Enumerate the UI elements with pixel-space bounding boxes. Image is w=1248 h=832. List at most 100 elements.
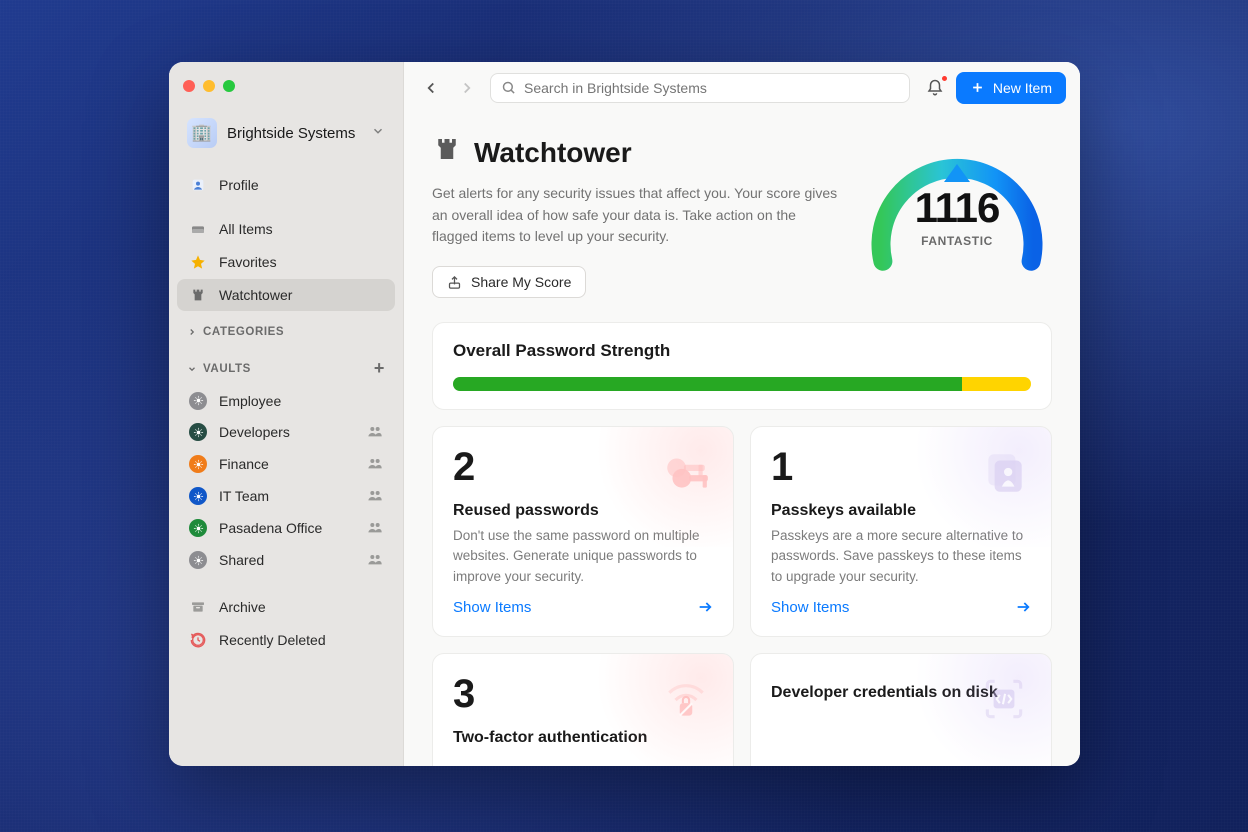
vault-color-icon (189, 519, 207, 537)
undo-clock-icon (189, 631, 207, 649)
chevron-down-icon (371, 124, 385, 143)
categories-section-header[interactable]: CATEGORIES (169, 312, 403, 344)
share-score-label: Share My Score (471, 274, 571, 290)
sidebar-item-label: All Items (219, 221, 273, 237)
plus-icon (970, 80, 985, 95)
security-score-gauge: 1116 FANTASTIC (862, 134, 1052, 284)
sidebar-vault-item[interactable]: Employee (177, 385, 395, 416)
minimize-window-button[interactable] (203, 80, 215, 92)
sidebar-item-recently-deleted[interactable]: Recently Deleted (177, 624, 395, 656)
card-action-label: Show Items (453, 599, 531, 616)
content-scroll: Watchtower Get alerts for any security i… (404, 114, 1080, 766)
page-title: Watchtower (474, 137, 632, 169)
tray-icon (189, 220, 207, 238)
sidebar-item-label: Recently Deleted (219, 632, 326, 648)
strength-segment-strong (453, 377, 962, 391)
main-panel: New Item Watchtower Get alerts for any s… (404, 62, 1080, 766)
sidebar-item-label: Favorites (219, 254, 277, 270)
sidebar-item-label: Watchtower (219, 287, 292, 303)
sidebar-item-all-items[interactable]: All Items (177, 213, 395, 245)
page-title-row: Watchtower (432, 134, 842, 171)
sidebar-vault-item[interactable]: IT Team (177, 480, 395, 512)
star-icon (189, 253, 207, 271)
keys-icon (661, 447, 711, 507)
wifi-lock-icon (661, 674, 711, 734)
vault-color-icon (189, 487, 207, 505)
account-switcher[interactable]: 🏢 Brightside Systems (179, 112, 393, 154)
account-name: Brightside Systems (227, 125, 361, 142)
shared-icon (367, 423, 383, 442)
search-field[interactable] (490, 73, 910, 103)
add-vault-button[interactable]: + (374, 358, 385, 379)
watchtower-card: Developer credentials on disk (750, 653, 1052, 766)
nav-back-button[interactable] (418, 75, 444, 101)
vault-name: Developers (219, 424, 290, 440)
watchtower-cards-grid: 2 Reused passwords Don't use the same pa… (432, 426, 1052, 766)
code-scan-icon (979, 674, 1029, 734)
new-item-button[interactable]: New Item (956, 72, 1066, 104)
shared-icon (367, 455, 383, 474)
sidebar-item-favorites[interactable]: Favorites (177, 246, 395, 278)
sidebar-vault-item[interactable]: Developers (177, 416, 395, 448)
new-item-label: New Item (993, 80, 1052, 96)
vault-color-icon (189, 551, 207, 569)
sidebar-vault-item[interactable]: Finance (177, 448, 395, 480)
share-icon (447, 275, 462, 290)
notifications-button[interactable] (924, 77, 946, 99)
search-icon (501, 80, 516, 95)
notification-badge (940, 74, 949, 83)
sidebar: 🏢 Brightside Systems Profile All Items (169, 62, 404, 766)
shared-icon (367, 487, 383, 506)
arrow-right-icon (697, 599, 713, 615)
watchtower-card: 3 Two-factor authentication (432, 653, 734, 766)
passkey-icon (979, 447, 1029, 507)
sidebar-item-label: Profile (219, 177, 259, 193)
card-description: Don't use the same password on multiple … (453, 526, 713, 587)
sidebar-item-profile[interactable]: Profile (177, 169, 395, 201)
sidebar-item-archive[interactable]: Archive (177, 591, 395, 623)
watchtower-icon (189, 286, 207, 304)
close-window-button[interactable] (183, 80, 195, 92)
sidebar-vault-item[interactable]: Pasadena Office (177, 512, 395, 544)
vault-name: Shared (219, 552, 264, 568)
password-strength-panel: Overall Password Strength (432, 322, 1052, 410)
sidebar-item-watchtower[interactable]: Watchtower (177, 279, 395, 311)
gauge-pointer-icon (944, 164, 970, 182)
card-show-items-link[interactable]: Show Items (453, 587, 713, 616)
account-icon: 🏢 (187, 118, 217, 148)
chevron-down-icon (187, 364, 197, 374)
watchtower-card: 2 Reused passwords Don't use the same pa… (432, 426, 734, 637)
search-input[interactable] (524, 80, 899, 96)
vault-color-icon (189, 392, 207, 410)
strength-segment-weak (962, 377, 1031, 391)
card-action-label: Show Items (771, 599, 849, 616)
vault-name: Employee (219, 393, 281, 409)
page-description: Get alerts for any security issues that … (432, 183, 842, 248)
vaults-label: VAULTS (203, 363, 251, 375)
shared-icon (367, 519, 383, 538)
toolbar: New Item (404, 62, 1080, 114)
categories-label: CATEGORIES (203, 326, 284, 338)
gauge-rating: FANTASTIC (862, 234, 1052, 248)
arrow-right-icon (1015, 599, 1031, 615)
strength-bar (453, 377, 1031, 391)
vaults-list: Employee Developers Finance IT Team Pasa… (169, 385, 403, 576)
nav-forward-button[interactable] (454, 75, 480, 101)
app-window: 🏢 Brightside Systems Profile All Items (169, 62, 1080, 766)
zoom-window-button[interactable] (223, 80, 235, 92)
vault-name: IT Team (219, 488, 269, 504)
sidebar-vault-item[interactable]: Shared (177, 544, 395, 576)
vaults-section-header[interactable]: VAULTS + (169, 344, 403, 385)
watchtower-icon (432, 134, 462, 171)
shared-icon (367, 551, 383, 570)
vault-color-icon (189, 455, 207, 473)
share-score-button[interactable]: Share My Score (432, 266, 586, 298)
archive-icon (189, 598, 207, 616)
watchtower-card: 1 Passkeys available Passkeys are a more… (750, 426, 1052, 637)
gauge-score: 1116 (862, 184, 1052, 232)
vault-name: Finance (219, 456, 269, 472)
card-description: Passkeys are a more secure alternative t… (771, 526, 1031, 587)
panel-title: Overall Password Strength (453, 341, 1031, 361)
card-show-items-link[interactable]: Show Items (771, 587, 1031, 616)
sidebar-item-label: Archive (219, 599, 266, 615)
